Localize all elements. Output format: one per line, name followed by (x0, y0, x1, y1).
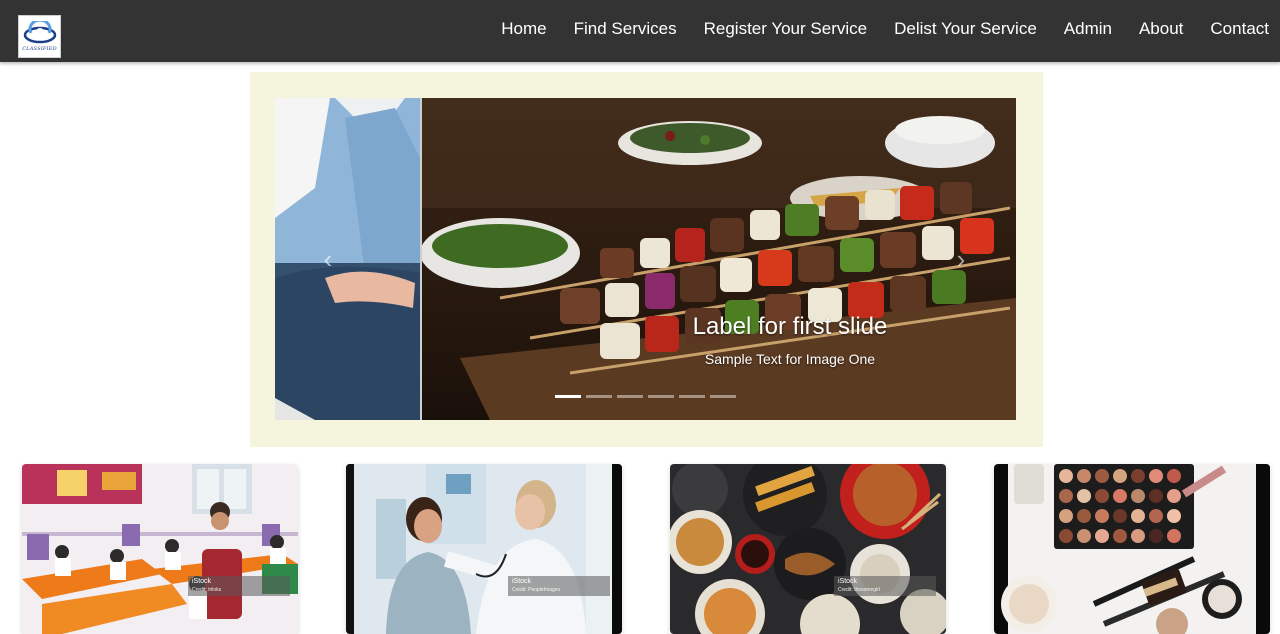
card-image-makeup (994, 464, 1270, 634)
nav-delist-service[interactable]: Delist Your Service (894, 19, 1037, 39)
card-watermark: iStock Credit: thesomegirl (834, 576, 936, 596)
carousel-indicator-2[interactable] (586, 395, 612, 398)
card-watermark: iStock Credit: triloks (188, 576, 290, 596)
chevron-left-icon: ‹ (323, 244, 333, 274)
nav-home[interactable]: Home (501, 19, 546, 39)
carousel-caption-text: Sample Text for Image One (704, 351, 876, 367)
watermark-credit: Credit: thesomegirl (838, 587, 880, 593)
nav-find-services[interactable]: Find Services (574, 19, 677, 39)
nav-admin[interactable]: Admin (1064, 19, 1112, 39)
carousel-slide-previous (275, 98, 420, 420)
site-logo[interactable]: CLASSIFIED (18, 15, 61, 58)
image-carousel[interactable]: ‹ › Label for first slide Sample Text fo… (275, 98, 1016, 420)
card-image-asian-food (670, 464, 946, 634)
logo-icon (23, 21, 56, 44)
carousel-indicator-5[interactable] (679, 395, 705, 398)
nav-about[interactable]: About (1139, 19, 1183, 39)
carousel-indicator-3[interactable] (617, 395, 643, 398)
service-card-education[interactable]: iStock Credit: triloks (22, 464, 298, 634)
card-image-doctor-patient (346, 464, 622, 634)
carousel-prev-button[interactable]: ‹ (313, 244, 343, 274)
logo-text: CLASSIFIED (22, 46, 57, 52)
service-card-healthcare[interactable]: iStock Credit: PeopleImages (346, 464, 622, 634)
slide-active-image (420, 98, 1016, 420)
watermark-credit: Credit: PeopleImages (512, 587, 561, 593)
watermark-brand: iStock (838, 578, 858, 585)
watermark-brand: iStock (512, 578, 532, 585)
watermark-credit: Credit: triloks (192, 587, 222, 593)
carousel-indicator-1[interactable] (555, 395, 581, 398)
navbar: CLASSIFIED Home Find Services Register Y… (0, 0, 1280, 62)
chevron-right-icon: › (956, 244, 966, 274)
carousel-caption: Label for first slide Sample Text for Im… (665, 313, 915, 367)
service-card-food[interactable]: iStock Credit: thesomegirl (670, 464, 946, 634)
carousel-slide-active (420, 98, 1016, 420)
main-nav: Home Find Services Register Your Service… (488, 0, 1280, 58)
watermark-brand: iStock (192, 578, 212, 585)
nav-contact[interactable]: Contact (1210, 19, 1269, 39)
card-watermark: iStock Credit: PeopleImages (508, 576, 610, 596)
carousel-next-button[interactable]: › (946, 244, 976, 274)
carousel-indicator-6[interactable] (710, 395, 736, 398)
service-card-beauty[interactable] (994, 464, 1270, 634)
carousel-frame: ‹ › Label for first slide Sample Text fo… (250, 72, 1043, 447)
carousel-indicators (555, 395, 741, 398)
slide-previous-image (275, 98, 420, 420)
carousel-caption-title: Label for first slide (692, 313, 888, 340)
nav-register-service[interactable]: Register Your Service (704, 19, 867, 39)
carousel-indicator-4[interactable] (648, 395, 674, 398)
card-image-classroom (22, 464, 298, 634)
